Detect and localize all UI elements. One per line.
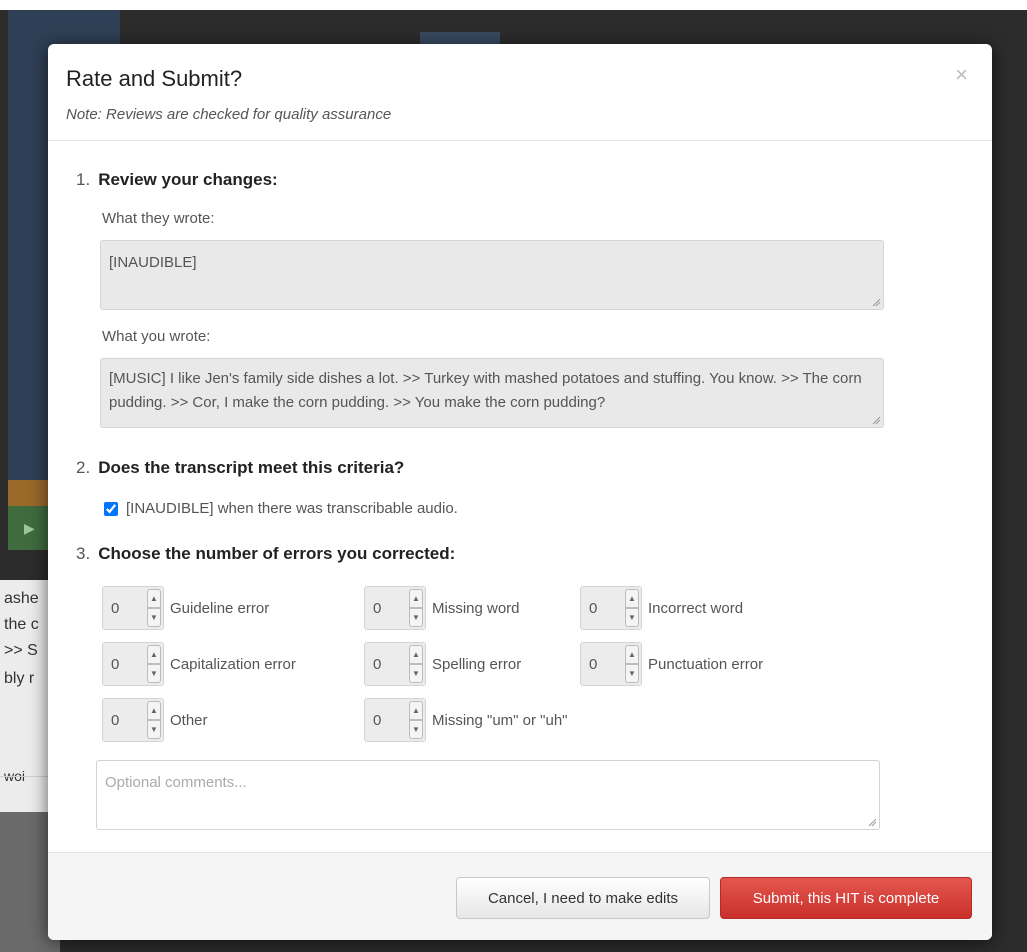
error-count-spinbox[interactable]: ▲ ▼ [364,642,426,686]
spinner-down-icon[interactable]: ▼ [147,720,161,739]
error-count-spinbox[interactable]: ▲ ▼ [580,586,642,630]
error-count-spinbox[interactable]: ▲ ▼ [102,586,164,630]
section-heading: Does the transcript meet this criteria? [98,458,405,477]
background-text-fragment: the c [4,616,39,633]
error-count-input[interactable] [365,643,405,685]
error-count-spinbox[interactable]: ▲ ▼ [364,586,426,630]
criteria-checkbox[interactable] [104,501,118,516]
spinner-down-icon[interactable]: ▼ [409,720,423,739]
error-count-input[interactable] [581,587,621,629]
error-count-input[interactable] [365,699,405,741]
modal-header: Rate and Submit? Note: Reviews are check… [48,44,992,141]
error-count-label: Capitalization error [170,655,296,673]
spinner-up-icon[interactable]: ▲ [409,701,423,720]
error-counter-missing-word: ▲ ▼ Missing word [364,586,520,630]
error-counter-other: ▲ ▼ Other [102,698,208,742]
error-count-label: Incorrect word [648,599,744,617]
error-counter-spelling: ▲ ▼ Spelling error [364,642,521,686]
cancel-button[interactable]: Cancel, I need to make edits [456,877,710,919]
section-criteria-title: 2. Does the transcript meet this criteria… [76,458,404,478]
spinner-up-icon[interactable]: ▲ [409,589,423,608]
spinner-up-icon[interactable]: ▲ [147,701,161,720]
spinner-down-icon[interactable]: ▼ [409,664,423,683]
section-heading: Review your changes: [98,170,278,189]
background-text-fragment: >> S [4,642,38,659]
error-count-spinbox[interactable]: ▲ ▼ [580,642,642,686]
spinner-up-icon[interactable]: ▲ [147,645,161,664]
error-count-label: Other [170,711,208,729]
play-icon: ▶ [24,520,35,536]
error-count-input[interactable] [103,699,143,741]
optional-comments-textarea[interactable] [96,760,880,830]
section-number: 1. [76,170,91,189]
spinner-up-icon[interactable]: ▲ [625,645,639,664]
error-count-spinbox[interactable]: ▲ ▼ [364,698,426,742]
spinner-down-icon[interactable]: ▼ [409,608,423,627]
error-counter-missing-um-uh: ▲ ▼ Missing "um" or "uh" [364,698,568,742]
error-count-label: Punctuation error [648,655,764,673]
you-wrote-label: What you wrote: [102,328,211,345]
criteria-checkbox-label: [INAUDIBLE] when there was transcribable… [126,500,458,517]
error-counter-incorrect-word: ▲ ▼ Incorrect word [580,586,743,630]
section-number: 2. [76,458,91,477]
error-count-label: Missing word [432,599,520,617]
spinner-down-icon[interactable]: ▼ [147,608,161,627]
modal-footer: Cancel, I need to make edits Submit, thi… [48,852,992,940]
spinner-up-icon[interactable]: ▲ [409,645,423,664]
error-count-spinbox[interactable]: ▲ ▼ [102,698,164,742]
section-heading: Choose the number of errors you correcte… [98,544,456,563]
they-wrote-textarea[interactable]: [INAUDIBLE] [100,240,884,310]
close-icon[interactable]: × [955,62,968,88]
error-count-label: Missing "um" or "uh" [432,711,568,729]
criteria-checkbox-row[interactable]: [INAUDIBLE] when there was transcribable… [104,500,458,517]
error-count-input[interactable] [365,587,405,629]
they-wrote-label: What they wrote: [102,210,215,227]
section-number: 3. [76,544,91,563]
submit-button[interactable]: Submit, this HIT is complete [720,877,972,919]
modal-title: Rate and Submit? [66,66,243,91]
rate-and-submit-modal: Rate and Submit? Note: Reviews are check… [48,44,992,940]
error-count-spinbox[interactable]: ▲ ▼ [102,642,164,686]
you-wrote-textarea[interactable]: [MUSIC] I like Jen's family side dishes … [100,358,884,428]
spinner-down-icon[interactable]: ▼ [625,608,639,627]
error-counter-guideline: ▲ ▼ Guideline error [102,586,269,630]
spinner-down-icon[interactable]: ▼ [147,664,161,683]
error-count-input[interactable] [103,643,143,685]
background-text-fragment: ashe [4,590,39,607]
section-errors-title: 3. Choose the number of errors you correc… [76,544,455,564]
error-count-input[interactable] [103,587,143,629]
spinner-up-icon[interactable]: ▲ [147,589,161,608]
error-counter-punctuation: ▲ ▼ Punctuation error [580,642,763,686]
error-count-label: Guideline error [170,599,270,617]
spinner-up-icon[interactable]: ▲ [625,589,639,608]
modal-note: Note: Reviews are checked for quality as… [66,106,392,123]
error-counter-capitalization: ▲ ▼ Capitalization error [102,642,296,686]
error-count-input[interactable] [581,643,621,685]
error-count-label: Spelling error [432,655,522,673]
spinner-down-icon[interactable]: ▼ [625,664,639,683]
background-text-fragment: bly r [4,670,35,687]
section-review-title: 1. Review your changes: [76,170,278,190]
